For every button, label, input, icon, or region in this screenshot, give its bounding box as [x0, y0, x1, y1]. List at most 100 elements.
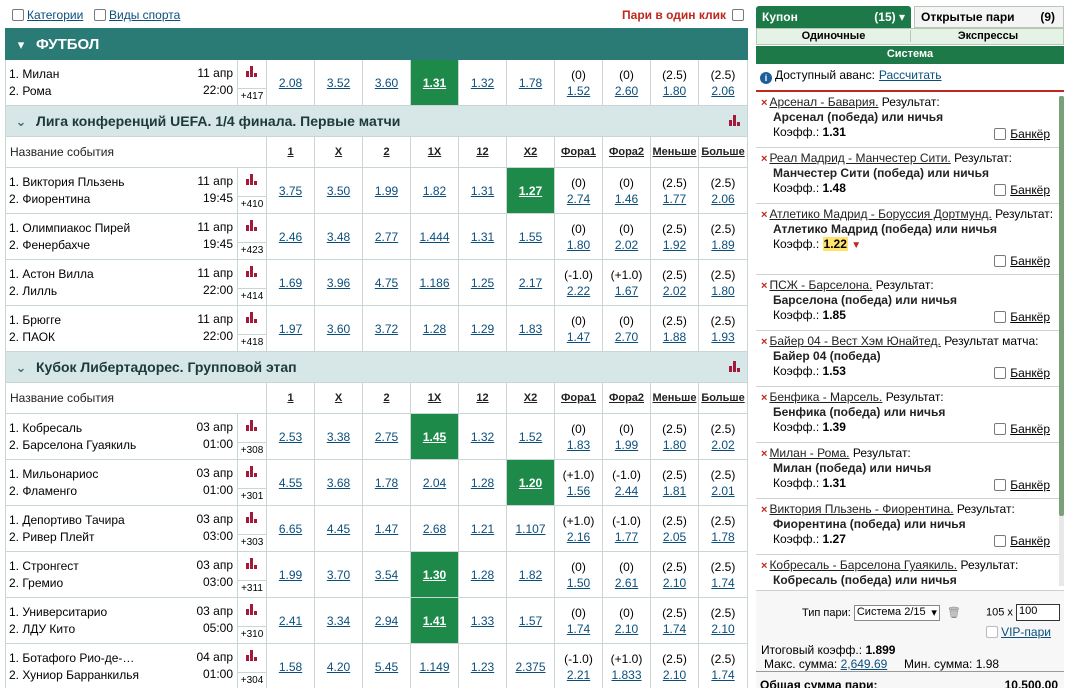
handicap-odd[interactable]: 1.56	[567, 484, 590, 498]
odd-cell[interactable]: 1.107	[506, 505, 555, 552]
odd-cell[interactable]: 1.97	[266, 305, 315, 352]
stats-icon[interactable]	[246, 604, 258, 615]
odd-cell[interactable]: 4.75	[362, 259, 411, 306]
col-c1[interactable]: 1	[266, 382, 315, 414]
odd-value[interactable]: 1.20	[519, 476, 542, 490]
trash-icon[interactable]: 🗑	[947, 607, 961, 619]
handicap-odd[interactable]: 2.10	[615, 622, 638, 636]
odd-cell[interactable]: 1.25	[458, 259, 507, 306]
bet-event-link[interactable]: ПСЖ - Барселона.	[769, 278, 872, 292]
match-teams[interactable]: 1. Милан 2. Рома 11 апр 22:00	[5, 59, 238, 106]
col-f1[interactable]: Фора1	[554, 382, 603, 414]
handicap-odd[interactable]: 2.21	[567, 668, 590, 682]
remove-bet-icon[interactable]: ×	[761, 97, 767, 109]
banker-checkbox[interactable]	[994, 255, 1007, 267]
handicap-odd[interactable]: 1.88	[663, 330, 686, 344]
more-markets[interactable]: +310	[237, 597, 267, 644]
remove-bet-icon[interactable]: ×	[761, 504, 767, 516]
banker-toggle[interactable]: Банкёр	[994, 254, 1050, 268]
odd-cell[interactable]: 4.20	[314, 643, 363, 688]
coupon-scrollbar[interactable]	[1059, 96, 1064, 586]
odd-cell[interactable]: 1.23	[458, 643, 507, 688]
league-header[interactable]: ⌄ Кубок Либертадорес. Групповой этап	[4, 351, 749, 383]
handicap-cell-more_t[interactable]: (2.5) 1.80	[697, 259, 749, 306]
odd-value[interactable]: 1.69	[279, 276, 302, 290]
handicap-odd[interactable]: 1.47	[567, 330, 590, 344]
handicap-odd[interactable]: 2.06	[711, 84, 734, 98]
handicap-cell-more_t[interactable]: (2.5) 2.06	[697, 167, 749, 214]
handicap-cell-f2[interactable]: (+1.0) 1.833	[602, 643, 651, 688]
handicap-odd[interactable]: 2.74	[567, 192, 590, 206]
odd-cell[interactable]: 1.30	[410, 551, 459, 598]
odd-cell[interactable]: 3.70	[314, 551, 363, 598]
vip-checkbox[interactable]	[986, 626, 998, 638]
odd-value[interactable]: 3.68	[327, 476, 350, 490]
stats-icon[interactable]	[246, 312, 258, 323]
odd-cell[interactable]: 1.28	[410, 305, 459, 352]
handicap-odd[interactable]: 1.92	[663, 238, 686, 252]
sports-toggle[interactable]: Виды спорта	[94, 8, 180, 22]
match-teams[interactable]: 1. Брюгге 2. ПАОК 11 апр 22:00	[5, 305, 238, 352]
stats-icon[interactable]	[246, 174, 258, 185]
banker-checkbox[interactable]	[994, 479, 1007, 491]
handicap-odd[interactable]: 1.77	[663, 192, 686, 206]
odd-cell[interactable]: 1.83	[506, 305, 555, 352]
handicap-cell-less[interactable]: (2.5) 1.92	[650, 213, 699, 260]
stats-icon[interactable]	[246, 650, 258, 661]
handicap-odd[interactable]: 2.01	[711, 484, 734, 498]
tab-open-bets[interactable]: Открытые пари (9)	[914, 6, 1064, 28]
odd-cell[interactable]: 1.33	[458, 597, 507, 644]
more-markets[interactable]: +417	[237, 59, 267, 106]
categories-checkbox[interactable]	[12, 9, 24, 21]
stake-input[interactable]: 100	[1015, 604, 1060, 621]
col-f1[interactable]: Фора1	[554, 136, 603, 168]
odd-value[interactable]: 1.32	[471, 430, 494, 444]
chevron-down-icon[interactable]: ⌄	[6, 360, 36, 376]
odd-cell[interactable]: 2.53	[266, 413, 315, 460]
handicap-cell-f1[interactable]: (0) 1.52	[554, 59, 603, 106]
more-markets[interactable]: +423	[237, 213, 267, 260]
odd-value[interactable]: 1.52	[519, 430, 542, 444]
more-markets[interactable]: +301	[237, 459, 267, 506]
markets-count[interactable]: +414	[238, 288, 266, 304]
more-markets[interactable]: +308	[237, 413, 267, 460]
handicap-cell-more_t[interactable]: (2.5) 1.74	[697, 551, 749, 598]
handicap-odd[interactable]: 1.83	[567, 438, 590, 452]
odd-value[interactable]: 1.41	[423, 614, 446, 628]
odd-value[interactable]: 1.444	[419, 230, 449, 244]
league-header[interactable]: ⌄ Лига конференций UEFA. 1/4 финала. Перв…	[4, 105, 749, 137]
remove-bet-icon[interactable]: ×	[761, 560, 767, 572]
odd-value[interactable]: 1.23	[471, 660, 494, 674]
odd-cell[interactable]: 3.54	[362, 551, 411, 598]
handicap-cell-less[interactable]: (2.5) 2.10	[650, 551, 699, 598]
odd-value[interactable]: 1.78	[375, 476, 398, 490]
stats-icon[interactable]	[246, 466, 258, 477]
banker-toggle[interactable]: Банкёр	[994, 310, 1050, 324]
handicap-cell-f2[interactable]: (-1.0) 2.44	[602, 459, 651, 506]
banker-toggle[interactable]: Банкёр	[994, 422, 1050, 436]
markets-count[interactable]: +304	[238, 672, 266, 688]
odd-value[interactable]: 4.20	[327, 660, 350, 674]
col-less[interactable]: Меньше	[650, 382, 699, 414]
match-teams[interactable]: 1. Университарио 2. ЛДУ Кито 03 апр 05:00	[5, 597, 238, 644]
odd-value[interactable]: 1.33	[471, 614, 494, 628]
stats-icon[interactable]	[246, 558, 258, 569]
odd-value[interactable]: 1.45	[423, 430, 446, 444]
odd-cell[interactable]: 3.60	[362, 59, 411, 106]
stats-icon[interactable]	[246, 512, 258, 523]
banker-checkbox[interactable]	[994, 184, 1007, 196]
handicap-cell-f2[interactable]: (0) 1.46	[602, 167, 651, 214]
handicap-odd[interactable]: 1.80	[567, 238, 590, 252]
handicap-odd[interactable]: 2.06	[711, 192, 734, 206]
handicap-odd[interactable]: 2.02	[663, 284, 686, 298]
odd-cell[interactable]: 1.99	[266, 551, 315, 598]
calculate-link[interactable]: Рассчитать	[879, 68, 942, 82]
odd-cell[interactable]: 1.69	[266, 259, 315, 306]
odd-cell[interactable]: 1.21	[458, 505, 507, 552]
more-markets[interactable]: +414	[237, 259, 267, 306]
handicap-odd[interactable]: 1.52	[567, 84, 590, 98]
odd-value[interactable]: 3.72	[375, 322, 398, 336]
tab-express[interactable]: Экспрессы	[911, 30, 1065, 42]
chevron-down-icon[interactable]: ▾	[6, 37, 36, 53]
odd-cell[interactable]: 3.50	[314, 167, 363, 214]
